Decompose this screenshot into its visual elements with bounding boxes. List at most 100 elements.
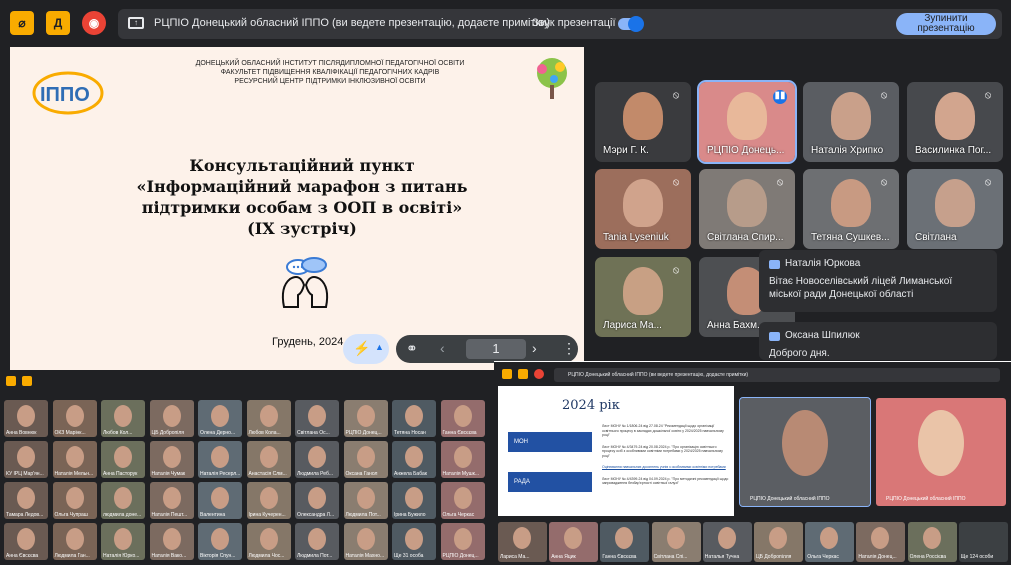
mini-participant-tile[interactable]: РЦПІО Донец... <box>343 400 388 437</box>
face <box>114 528 132 550</box>
mini-participant-tile[interactable]: Валентина <box>198 482 242 519</box>
mini-participant-tile[interactable]: ЦБ Добропіля <box>149 400 194 437</box>
record-icon[interactable]: ◉ <box>82 11 106 35</box>
face <box>453 487 472 509</box>
link-icon[interactable]: ⚭ <box>406 340 418 357</box>
mini-participant-tile[interactable]: Людмила Ган... <box>52 523 97 560</box>
mini-strip-name: Наталья Тучна <box>704 554 740 560</box>
mini-participant-tile[interactable]: людмила доне... <box>101 482 145 519</box>
participant-tile[interactable]: ⦸ Наталія Хрипко <box>803 82 899 162</box>
mini-strip-tile[interactable]: Світлана Спі... <box>651 522 701 562</box>
mini-participant-tile[interactable]: РЦПІО Донец... <box>440 523 485 560</box>
mini-participant-tile[interactable]: КУ ІРЦ Мар'ян... <box>4 441 48 478</box>
mini-toolbar-icon <box>6 376 16 386</box>
next-slide-icon[interactable]: › <box>532 340 537 356</box>
sound-label: Звук презентації <box>532 17 616 29</box>
dropdown-icon: ▲ <box>375 342 384 352</box>
mini-strip-tile[interactable]: Ольга Черкас <box>805 522 855 562</box>
mini-meeting-grid: Анна Вовнюк ОКЗ Марінк... Любов Кол... ЦБ Д… <box>0 372 492 565</box>
page-number-input[interactable]: 1 <box>466 339 526 359</box>
hide-captions-icon[interactable]: ⌀ <box>10 11 34 35</box>
previous-slide-icon[interactable]: ‹ <box>440 340 445 356</box>
mini-strip-tile[interactable]: Анна Яцик <box>549 522 599 562</box>
mini-video-tile[interactable]: РЦПІО Донецький обласний ІППО <box>876 398 1006 506</box>
mini-participant-tile[interactable]: Любов Кола... <box>246 400 291 437</box>
mini-strip-name: Ольга Черкас <box>807 554 839 560</box>
mini-strip-tile[interactable]: Олена Россієва <box>907 522 957 562</box>
mini-participant-tile[interactable]: Наталія Чумак <box>149 441 194 478</box>
sound-toggle[interactable] <box>618 16 644 32</box>
mini-participant-tile[interactable]: Анна Вовнюк <box>4 400 48 437</box>
mini-participant-tile[interactable]: Ще 31 особа <box>392 523 436 560</box>
chat-notification[interactable]: Наталія Юркова Вітає Новоселівський ліце… <box>759 250 997 312</box>
participant-tile[interactable]: ⦸ Василинка Пог... <box>907 82 1003 162</box>
laser-icon: ⚡ <box>353 340 371 356</box>
mini-participant-name: Ольга Чупраш <box>54 512 88 518</box>
more-options-icon[interactable]: ⋮ <box>562 340 576 357</box>
slide-date: Грудень, 2024 <box>272 336 344 348</box>
svg-text:ІППО: ІППО <box>40 84 90 106</box>
mini-participant-tile[interactable]: Вікторія Спун... <box>198 523 242 560</box>
mini-participant-tile[interactable]: Наталія Пешт... <box>149 482 194 519</box>
mini-participant-tile[interactable]: Наталія Мушк... <box>440 441 485 478</box>
mini-participant-tile[interactable]: Олена Дерно... <box>198 400 242 437</box>
mini-participant-tile[interactable]: Ганна Євсєєва <box>440 400 485 437</box>
present-screen-icon: ↑ <box>128 17 144 29</box>
participant-tile[interactable]: ▮▮ РЦПІО Донець... <box>697 80 797 164</box>
mini-participant-tile[interactable]: Наталія Мельн... <box>52 441 97 478</box>
mini-participant-tile[interactable]: Тетяна Носан <box>392 400 436 437</box>
participant-tile[interactable]: ⦸ Світлана <box>907 169 1003 249</box>
chat-notification[interactable]: Оксана Шпилюк Доброго дня. <box>759 322 997 360</box>
mini-participant-tile[interactable]: Людмила Чос... <box>246 523 291 560</box>
participant-tile[interactable]: ⦸ Tania Lyseniuk <box>595 169 691 249</box>
mini-participant-tile[interactable]: Тамара Ледов... <box>4 482 48 519</box>
mini-participant-name: Анна Пасторук <box>103 471 138 477</box>
mini-participant-tile[interactable]: Наталія Махно... <box>343 523 388 560</box>
mini-strip-tile[interactable]: Наталья Тучна <box>702 522 752 562</box>
mini-participant-tile[interactable]: Світлана Ос... <box>295 400 339 437</box>
mini-participant-tile[interactable]: Наталія Ресерл... <box>198 441 242 478</box>
stop-presenting-button[interactable]: Зупинити презентацію <box>896 13 996 35</box>
mini-participant-tile[interactable]: Анжела Бабак <box>392 441 436 478</box>
mini-strip-tile[interactable]: Наталія Донец... <box>856 522 906 562</box>
participant-tile[interactable]: ⦸ Мэри Г. К. <box>595 82 691 162</box>
face <box>453 405 472 427</box>
mini-strip-tile[interactable]: Ганна Євсєєва <box>600 522 650 562</box>
mini-participant-tile[interactable]: Ірина Бужило <box>392 482 436 519</box>
mini-participant-tile[interactable]: Анна Євсєєва <box>4 523 48 560</box>
mini-participant-tile[interactable]: Анастасія Слм... <box>246 441 291 478</box>
participant-tile[interactable]: ⦸ Лариса Ма... <box>595 257 691 337</box>
mini-participant-tile[interactable]: ОКЗ Марінк... <box>52 400 97 437</box>
institution-line: ДОНЕЦЬКИЙ ОБЛАСНИЙ ІНСТИТУТ ПІСЛЯДИПЛОМН… <box>195 60 465 67</box>
mini-participant-name: Любов Кол... <box>103 430 133 436</box>
mini-participant-tile[interactable]: Олександра Л... <box>295 482 339 519</box>
mini-participant-tile[interactable]: Наталія Вако... <box>149 523 194 560</box>
participant-face <box>727 92 767 140</box>
mini-participant-tile[interactable]: Наталія Юрко... <box>101 523 145 560</box>
mini-strip-tile[interactable]: Ще 124 особи <box>958 522 1008 562</box>
face <box>17 405 35 427</box>
participant-name: Василинка Пог... <box>915 145 992 156</box>
face <box>918 410 964 476</box>
mini-participant-tile[interactable]: Ірина Кучерен... <box>246 482 291 519</box>
tile-name: РЦПІО Донецький обласний ІППО <box>886 496 966 502</box>
face <box>114 446 132 468</box>
mini-participant-tile[interactable]: Любов Кол... <box>101 400 145 437</box>
mini-strip-tile[interactable]: ЦБ Добропілля <box>754 522 803 562</box>
mini-participant-tile[interactable]: Оксана Ганол <box>343 441 388 478</box>
mini-video-tile[interactable]: РЦПІО Донецький обласний ІППО <box>739 397 871 507</box>
mini-participant-tile[interactable]: Ольга Черкас <box>440 482 485 519</box>
mini-participant-tile[interactable]: Анна Пасторук <box>101 441 145 478</box>
chat-author: Наталія Юркова <box>785 258 861 269</box>
participant-tile[interactable]: ⦸ Світлана Спир... <box>699 169 795 249</box>
laser-pointer-button[interactable]: ⚡ ▲ <box>343 334 389 364</box>
participant-name: Тетяна Сушкев... <box>811 232 890 243</box>
mini-participant-tile[interactable]: Людмила Реб... <box>295 441 339 478</box>
mini-strip-name: ЦБ Добропілля <box>756 554 792 560</box>
mini-participant-tile[interactable]: Ольга Чупраш <box>52 482 97 519</box>
mini-participant-tile[interactable]: Людмила Пот... <box>295 523 339 560</box>
mini-participant-tile[interactable]: Людмила Пот... <box>343 482 388 519</box>
layout-icon[interactable]: Д <box>46 11 70 35</box>
mini-strip-tile[interactable]: Лариса Ма... <box>498 522 547 562</box>
participant-tile[interactable]: ⦸ Тетяна Сушкев... <box>803 169 899 249</box>
